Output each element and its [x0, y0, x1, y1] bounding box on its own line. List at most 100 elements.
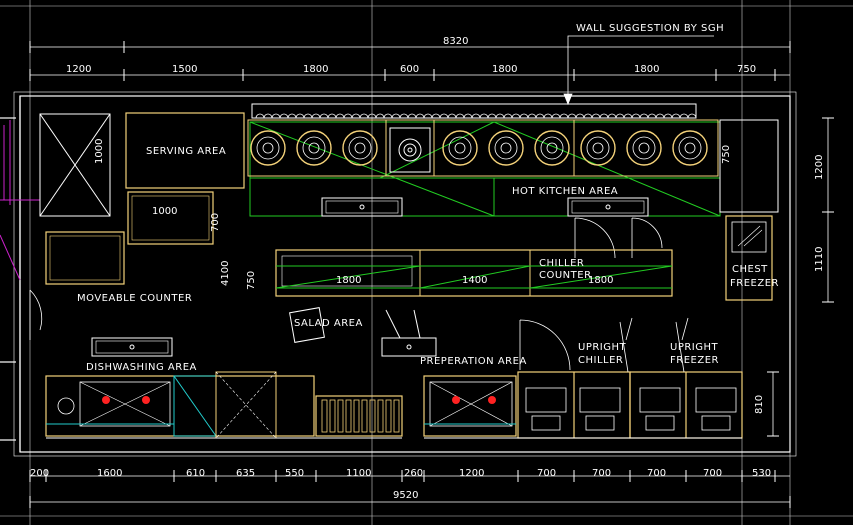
- dim-bottom: 1100: [346, 468, 371, 479]
- wall-suggestion-note: WALL SUGGESTION BY SGH: [576, 23, 724, 34]
- burner-ring: [488, 130, 524, 166]
- upright-unit-details: [525, 317, 737, 431]
- label-chiller-counter-1: CHILLER: [539, 258, 584, 269]
- burner-ring: [354, 142, 366, 154]
- dishwashing-area: [45, 371, 315, 439]
- burner-ring: [262, 142, 274, 154]
- dim-bottom: 610: [186, 468, 205, 479]
- dim-bottom: 260: [404, 468, 423, 479]
- dim-top: 750: [737, 64, 756, 75]
- burner-ring: [540, 136, 564, 160]
- rack-bar: [361, 399, 368, 433]
- dim-bottom: 700: [647, 468, 666, 479]
- dim-bottom: 550: [285, 468, 304, 479]
- dim-interior: 1000: [94, 139, 105, 164]
- dim-bottom: 1200: [459, 468, 484, 479]
- label-dishwashing-area: DISHWASHING AREA: [86, 362, 197, 373]
- rack-bar: [369, 399, 376, 433]
- burner-ring: [638, 142, 650, 154]
- shaft-box: [39, 113, 111, 217]
- dim-top: 1200: [66, 64, 91, 75]
- dim-interior: 700: [210, 213, 221, 232]
- dim-interior: 1400: [462, 275, 487, 286]
- burner-ring: [534, 130, 570, 166]
- burner-ring: [632, 136, 656, 160]
- burner-ring: [348, 136, 372, 160]
- label-chest-freezer-2: FREEZER: [730, 278, 779, 289]
- dim-interior: 750: [246, 271, 257, 290]
- burner-ring: [580, 130, 616, 166]
- rack-bar: [321, 399, 328, 433]
- rack-bar: [385, 399, 392, 433]
- burner-ring: [256, 136, 280, 160]
- dim-top: 1500: [172, 64, 197, 75]
- dim-interior: 4100: [220, 261, 231, 286]
- label-upright-freezer-2: FREEZER: [670, 355, 719, 366]
- burner-ring: [672, 130, 708, 166]
- dim-bottom: 700: [703, 468, 722, 479]
- dim-top: 600: [400, 64, 419, 75]
- wall-suggestion-band: [251, 103, 697, 119]
- burner-ring: [494, 136, 518, 160]
- dim-interior: 1000: [152, 206, 177, 217]
- burner-ring: [592, 142, 604, 154]
- drying-rack: [315, 395, 403, 437]
- label-preparation-area: PREPERATION AREA: [420, 356, 527, 367]
- label-serving-area: SERVING AREA: [146, 146, 226, 157]
- burner-ring: [586, 136, 610, 160]
- dim-right: 810: [754, 395, 765, 414]
- dim-top: 1800: [492, 64, 517, 75]
- dim-right: 1200: [814, 155, 825, 180]
- kitchen-floor-plan: WALL SUGGESTION BY SGH 8320 9520 1200 15…: [0, 0, 853, 525]
- serving-area: [125, 112, 245, 245]
- label-chiller-counter-2: COUNTER: [539, 270, 592, 281]
- dim-top: 1800: [303, 64, 328, 75]
- burner-ring: [678, 136, 702, 160]
- rack-bar: [377, 399, 384, 433]
- burner-ring: [302, 136, 326, 160]
- burner-ring: [626, 130, 662, 166]
- burner-ring: [684, 142, 696, 154]
- burner-ring: [442, 130, 478, 166]
- label-hot-kitchen-area: HOT KITCHEN AREA: [512, 186, 618, 197]
- upright-units: [517, 371, 743, 439]
- grid-lines: [0, 0, 853, 525]
- preparation-sink: [423, 375, 517, 437]
- dimension-lines: [30, 46, 829, 503]
- label-salad-area: SALAD AREA: [294, 318, 363, 329]
- dim-interior: 1800: [336, 275, 361, 286]
- rack-bar: [329, 399, 336, 433]
- dim-bottom: 635: [236, 468, 255, 479]
- dim-overall-bottom: 9520: [393, 490, 418, 501]
- hot-kitchen-sinks: [321, 197, 649, 217]
- burner-ring: [296, 130, 332, 166]
- dim-bottom: 200: [30, 468, 49, 479]
- dim-interior: 750: [721, 145, 732, 164]
- label-upright-chiller-1: UPRIGHT: [578, 342, 627, 353]
- burner-ring: [250, 130, 286, 166]
- burner-ring: [448, 136, 472, 160]
- dim-top: 1800: [634, 64, 659, 75]
- rack-bar: [393, 399, 400, 433]
- dim-bottom: 1600: [97, 468, 122, 479]
- dim-interior: 1800: [588, 275, 613, 286]
- burner-ring: [454, 142, 466, 154]
- dim-bottom: 700: [537, 468, 556, 479]
- wok-burners: [250, 130, 708, 166]
- rack-bar: [345, 399, 352, 433]
- chiller-counter: [275, 249, 673, 297]
- dim-right: 1110: [814, 247, 825, 272]
- dim-bottom: 700: [592, 468, 611, 479]
- moveable-counter: [45, 231, 125, 285]
- burner-ring: [500, 142, 512, 154]
- label-chest-freezer-1: CHEST: [732, 264, 768, 275]
- rack-bar: [337, 399, 344, 433]
- label-moveable-counter: MOVEABLE COUNTER: [77, 293, 192, 304]
- label-upright-freezer-1: UPRIGHT: [670, 342, 719, 353]
- four-burner-range: [389, 127, 431, 173]
- label-upright-chiller-2: CHILLER: [578, 355, 623, 366]
- dim-bottom: 530: [752, 468, 771, 479]
- rack-bar: [353, 399, 360, 433]
- salad-sinks: [91, 307, 437, 357]
- hot-kitchen-frame: [249, 121, 721, 217]
